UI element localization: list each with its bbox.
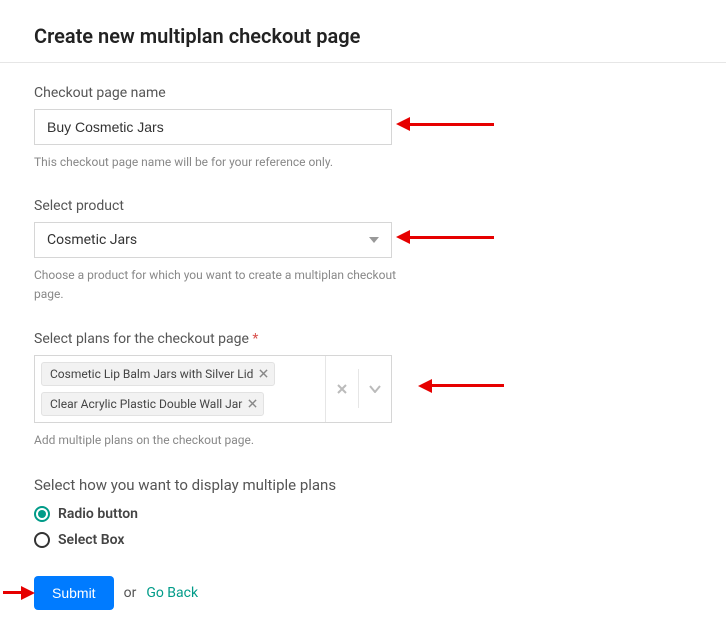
actions-row: Submit or Go Back bbox=[34, 576, 692, 610]
tag-remove-icon[interactable] bbox=[259, 368, 268, 380]
radio-selected-icon bbox=[34, 506, 50, 522]
annotation-arrow-icon bbox=[396, 230, 494, 244]
field-select-plans: Select plans for the checkout page * Cos… bbox=[34, 331, 692, 450]
radio-unselected-icon bbox=[34, 532, 50, 548]
radio-label: Select Box bbox=[58, 532, 124, 548]
checkout-name-input[interactable] bbox=[34, 109, 392, 145]
plans-dropdown-icon[interactable] bbox=[359, 385, 391, 393]
display-title: Select how you want to display multiple … bbox=[34, 476, 692, 494]
product-help: Choose a product for which you want to c… bbox=[34, 266, 414, 304]
plans-multiselect[interactable]: Cosmetic Lip Balm Jars with Silver Lid C… bbox=[34, 355, 392, 423]
plans-label: Select plans for the checkout page * bbox=[34, 331, 692, 347]
divider bbox=[0, 62, 726, 63]
plan-tag: Cosmetic Lip Balm Jars with Silver Lid bbox=[41, 362, 275, 386]
plans-clear-icon[interactable] bbox=[326, 383, 358, 395]
plans-label-text: Select plans for the checkout page bbox=[34, 331, 249, 347]
radio-option-radio-button[interactable]: Radio button bbox=[34, 506, 692, 522]
checkout-name-label: Checkout page name bbox=[34, 85, 692, 101]
plans-controls bbox=[325, 356, 391, 422]
page-title: Create new multiplan checkout page bbox=[34, 24, 692, 48]
plan-tag-label: Cosmetic Lip Balm Jars with Silver Lid bbox=[50, 367, 253, 381]
tag-remove-icon[interactable] bbox=[248, 398, 257, 410]
checkout-name-help: This checkout page name will be for your… bbox=[34, 153, 414, 172]
required-mark: * bbox=[252, 331, 258, 347]
submit-button[interactable]: Submit bbox=[34, 576, 114, 610]
or-text: or bbox=[124, 585, 137, 601]
annotation-arrow-icon bbox=[396, 117, 494, 131]
plan-tag-label: Clear Acrylic Plastic Double Wall Jar bbox=[50, 397, 242, 411]
product-select[interactable]: Cosmetic Jars bbox=[34, 222, 392, 258]
product-label: Select product bbox=[34, 198, 692, 214]
radio-label: Radio button bbox=[58, 506, 138, 522]
display-radio-group: Radio button Select Box bbox=[34, 506, 692, 548]
plan-tag: Clear Acrylic Plastic Double Wall Jar bbox=[41, 392, 264, 416]
annotation-arrow-icon bbox=[418, 379, 504, 393]
annotation-arrow-icon bbox=[3, 586, 35, 600]
field-display-mode: Select how you want to display multiple … bbox=[34, 476, 692, 548]
field-select-product: Select product Cosmetic Jars Choose a pr… bbox=[34, 198, 692, 304]
product-select-value: Cosmetic Jars bbox=[47, 232, 137, 248]
plans-help: Add multiple plans on the checkout page. bbox=[34, 431, 414, 450]
caret-down-icon bbox=[369, 237, 379, 243]
radio-option-select-box[interactable]: Select Box bbox=[34, 532, 692, 548]
goback-link[interactable]: Go Back bbox=[146, 585, 198, 601]
plans-tags-area[interactable]: Cosmetic Lip Balm Jars with Silver Lid C… bbox=[35, 356, 325, 422]
field-checkout-name: Checkout page name This checkout page na… bbox=[34, 85, 692, 172]
